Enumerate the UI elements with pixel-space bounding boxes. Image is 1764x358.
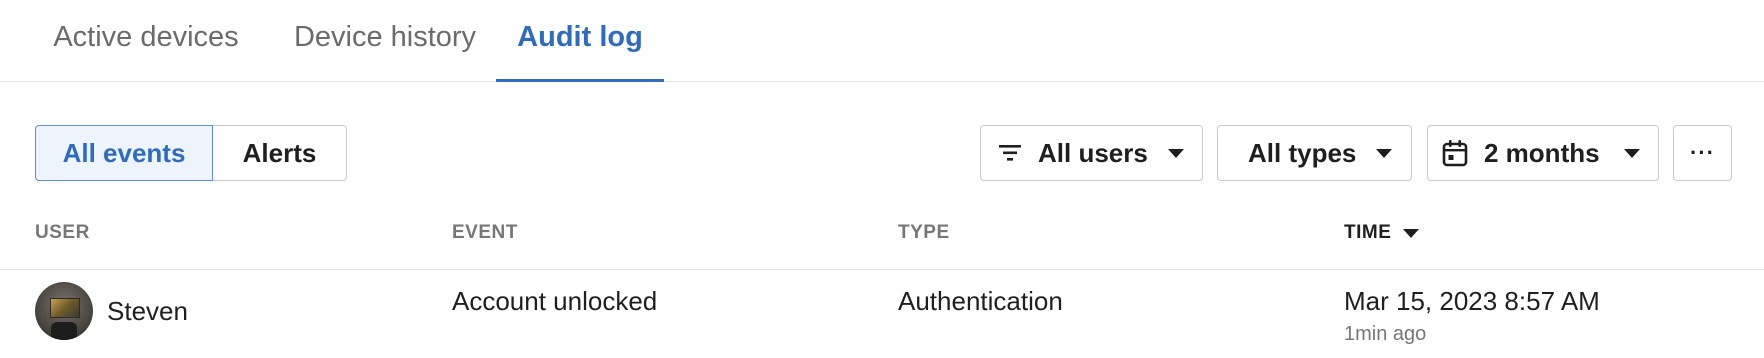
table-header: USER EVENT TYPE TIME <box>0 206 1764 270</box>
tab-audit-log[interactable]: Audit log <box>496 0 664 82</box>
sort-desc-icon <box>1403 228 1420 238</box>
more-options-button[interactable]: ··· <box>1673 125 1732 181</box>
column-header-type: TYPE <box>898 222 950 243</box>
event-scope-toggle: All events Alerts <box>35 125 347 181</box>
column-header-time-label: TIME <box>1344 222 1392 243</box>
tab-device-history[interactable]: Device history <box>272 0 498 81</box>
chevron-down-icon <box>1167 148 1184 158</box>
alerts-button[interactable]: Alerts <box>213 125 347 181</box>
chevron-down-icon <box>1376 148 1393 158</box>
users-filter-label: All users <box>1038 137 1148 168</box>
users-filter-dropdown[interactable]: All users <box>980 125 1203 181</box>
audit-log-page: Active devices Device history Audit log … <box>0 0 1764 358</box>
column-header-event: EVENT <box>452 222 518 243</box>
table-row[interactable]: Steven Account unlocked Authentication M… <box>0 270 1764 358</box>
all-events-button[interactable]: All events <box>35 125 213 181</box>
row-event: Account unlocked <box>452 286 658 316</box>
filter-icon <box>999 144 1021 162</box>
row-user: Steven <box>107 296 188 326</box>
chevron-down-icon <box>1623 148 1640 158</box>
tab-active-devices[interactable]: Active devices <box>22 0 270 81</box>
types-filter-label: All types <box>1248 137 1357 168</box>
row-relative-time: 1min ago <box>1344 323 1427 345</box>
row-type: Authentication <box>898 286 1063 316</box>
types-filter-dropdown[interactable]: All types <box>1217 125 1412 181</box>
row-time: Mar 15, 2023 8:57 AM <box>1344 286 1600 316</box>
avatar <box>35 282 93 340</box>
date-range-dropdown[interactable]: 2 months <box>1427 125 1659 181</box>
more-icon: ··· <box>1690 140 1715 165</box>
date-range-label: 2 months <box>1484 137 1600 168</box>
column-header-time[interactable]: TIME <box>1344 206 1420 260</box>
column-header-user: USER <box>35 222 90 243</box>
calendar-icon <box>1442 139 1468 167</box>
tab-bar: Active devices Device history Audit log <box>0 0 1764 82</box>
